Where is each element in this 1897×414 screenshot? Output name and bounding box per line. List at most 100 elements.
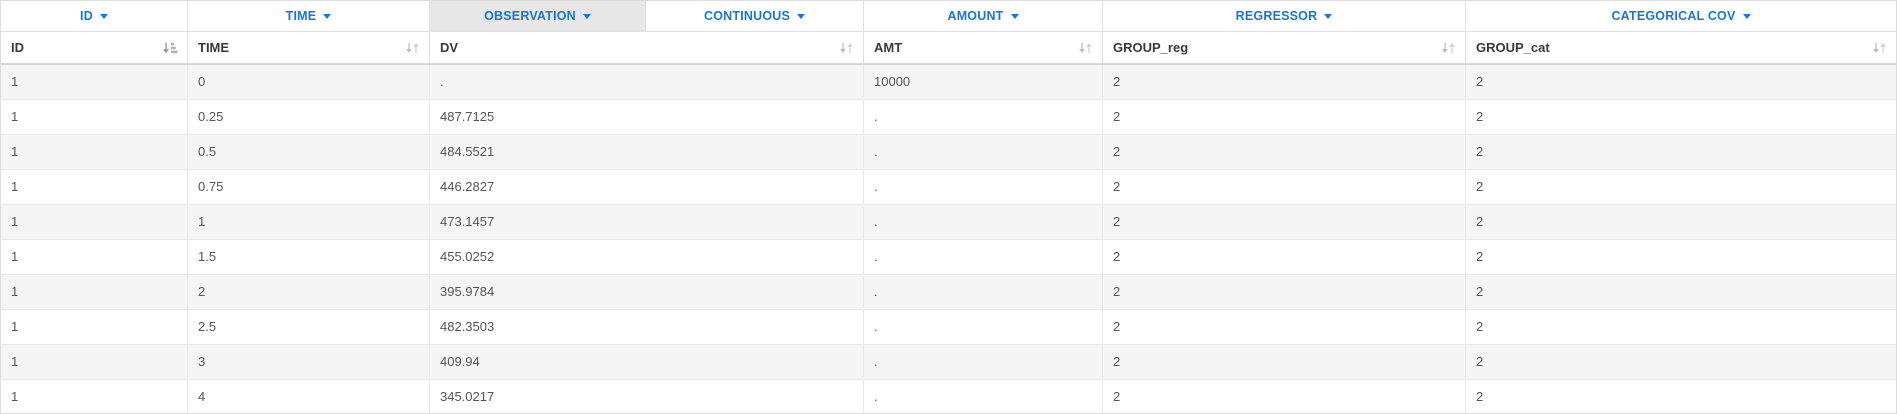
cell: 482.3503	[430, 310, 864, 344]
column-header-group-reg-label: GROUP_reg	[1113, 40, 1189, 55]
cell: 1	[1, 240, 188, 274]
column-type-selector-row: ID TIME OBSERVATION CONTINUOUS AMOUNT RE…	[1, 1, 1896, 32]
selector-amount-label: AMOUNT	[947, 9, 1004, 23]
column-header-amt[interactable]: AMT	[864, 32, 1103, 63]
cell: 3	[188, 345, 430, 379]
cell: .	[864, 345, 1103, 379]
column-header-dv[interactable]: DV	[430, 32, 864, 63]
cell: 0	[188, 65, 430, 99]
table-row: 1 0.5 484.5521. 2 2	[1, 135, 1896, 170]
cell: 0.75	[188, 170, 430, 204]
column-header-group-reg[interactable]: GROUP_reg	[1103, 32, 1466, 63]
sort-up-down-icon	[1873, 42, 1886, 53]
selector-amount[interactable]: AMOUNT	[864, 1, 1103, 31]
cell: 4	[188, 380, 430, 413]
selector-continuous-label: CONTINUOUS	[703, 9, 791, 23]
selector-time[interactable]: TIME	[188, 1, 430, 31]
cell: 2	[1103, 65, 1466, 99]
selector-categorical-cov[interactable]: CATEGORICAL COV	[1466, 1, 1896, 31]
cell: 10000	[864, 65, 1103, 99]
sort-up-down-icon	[406, 42, 419, 53]
selector-id[interactable]: ID	[1, 1, 188, 31]
cell: 2	[1476, 389, 1484, 404]
caret-down-icon	[582, 14, 591, 19]
selector-continuous[interactable]: CONTINUOUS	[646, 1, 864, 31]
cell: 1	[1, 65, 188, 99]
cell: .	[864, 100, 1103, 134]
caret-down-icon	[797, 14, 806, 19]
cell: 2	[1103, 135, 1466, 169]
selector-time-label: TIME	[285, 9, 317, 23]
cell: 2	[1476, 319, 1484, 334]
caret-down-icon	[1010, 14, 1019, 19]
sort-amount-down-icon	[163, 42, 178, 53]
column-header-group-cat[interactable]: GROUP_cat	[1466, 32, 1896, 63]
column-header-id-label: ID	[11, 40, 24, 55]
table-header-row: ID TIME DV AMT GROUP_reg GROUP_cat	[1, 32, 1896, 65]
cell: 409.94	[430, 345, 864, 379]
cell: 487.7125	[430, 100, 864, 134]
cell: 345.0217	[430, 380, 864, 413]
cell: 473.1457	[430, 205, 864, 239]
cell: .	[864, 275, 1103, 309]
table-row: 1 0.25 487.7125. 2 2	[1, 100, 1896, 135]
cell: 455.0252	[430, 240, 864, 274]
cell: 1	[188, 205, 430, 239]
cell: 1.5	[188, 240, 430, 274]
cell: 1	[1, 100, 188, 134]
cell: 2	[1476, 144, 1484, 159]
column-header-id[interactable]: ID	[1, 32, 188, 63]
cell: 1	[1, 275, 188, 309]
table-row: 1 0.75 446.2827. 2 2	[1, 170, 1896, 205]
cell: 395.9784	[430, 275, 864, 309]
cell: 2	[188, 275, 430, 309]
table-row: 1 2.5 482.3503. 2 2	[1, 310, 1896, 345]
column-header-dv-label: DV	[440, 40, 459, 55]
column-header-time-label: TIME	[198, 40, 230, 55]
cell: .	[864, 310, 1103, 344]
column-header-amt-label: AMT	[874, 40, 903, 55]
cell: 1	[1, 205, 188, 239]
table-row: 1 3 409.94. 2 2	[1, 345, 1896, 380]
cell: 2	[1103, 205, 1466, 239]
cell: 2	[1103, 100, 1466, 134]
cell: 1	[1, 310, 188, 344]
cell: .	[864, 240, 1103, 274]
cell: .	[864, 135, 1103, 169]
cell: 2	[1476, 214, 1484, 229]
caret-down-icon	[99, 14, 108, 19]
table-body: 1 0. 10000 2 2 1 0.25 487.7125. 2 2 1 0.5 484.5521. 2…	[1, 65, 1896, 413]
table-row: 1 0. 10000 2 2	[1, 65, 1896, 100]
cell: .	[430, 65, 864, 99]
cell: 2	[1103, 345, 1466, 379]
cell: 446.2827	[430, 170, 864, 204]
cell: 2	[1476, 109, 1484, 124]
selector-observation[interactable]: OBSERVATION	[430, 1, 646, 31]
dataset-table: ID TIME OBSERVATION CONTINUOUS AMOUNT RE…	[0, 0, 1897, 414]
cell: 1	[1, 170, 188, 204]
sort-up-down-icon	[1442, 42, 1455, 53]
cell: 1	[1, 380, 188, 413]
cell: 2	[1476, 354, 1484, 369]
table-row: 1 2 395.9784. 2 2	[1, 275, 1896, 310]
table-row: 1 1 473.1457. 2 2	[1, 205, 1896, 240]
selector-regressor[interactable]: REGRESSOR	[1103, 1, 1466, 31]
cell: 2.5	[188, 310, 430, 344]
cell: 2	[1103, 240, 1466, 274]
cell: 2	[1476, 284, 1484, 299]
sort-up-down-icon	[1079, 42, 1092, 53]
selector-regressor-label: REGRESSOR	[1235, 9, 1318, 23]
selector-id-label: ID	[80, 9, 93, 23]
column-header-time[interactable]: TIME	[188, 32, 430, 63]
sort-up-down-icon	[840, 42, 853, 53]
column-header-group-cat-label: GROUP_cat	[1476, 40, 1550, 55]
cell: .	[864, 170, 1103, 204]
cell: 2	[1476, 74, 1484, 89]
table-row: 1 4 345.0217. 2 2	[1, 380, 1896, 413]
cell: 2	[1476, 249, 1484, 264]
cell: 0.25	[188, 100, 430, 134]
cell: 2	[1103, 310, 1466, 344]
cell: 2	[1476, 179, 1484, 194]
cell: 2	[1103, 275, 1466, 309]
cell: 2	[1103, 170, 1466, 204]
